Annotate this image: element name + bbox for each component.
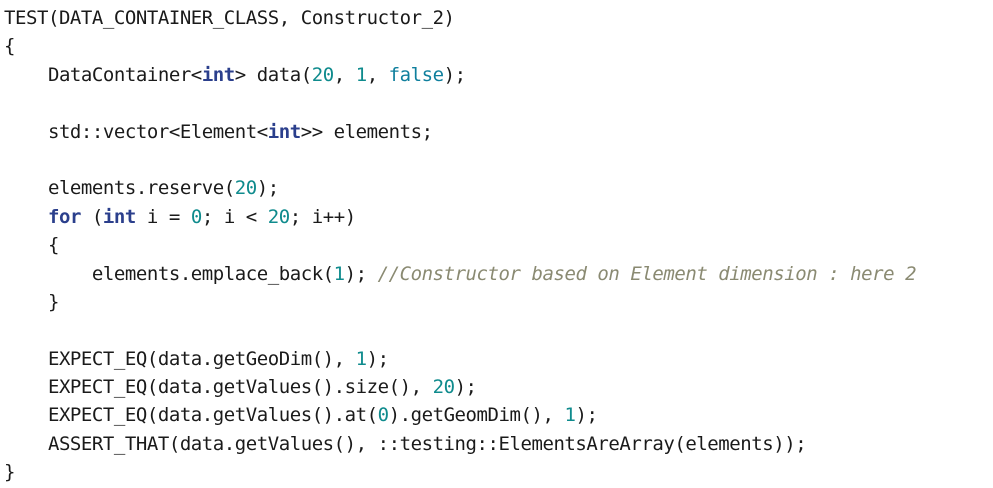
- code-text: ASSERT_THAT(data.getValues(), ::testing:…: [4, 432, 807, 455]
- code-line: elements.emplace_back(1); //Constructor …: [4, 260, 993, 288]
- number-token: 1: [355, 63, 367, 86]
- code-text: ; i++): [289, 205, 356, 228]
- code-text: (: [80, 205, 103, 228]
- code-text: EXPECT_EQ(data.getValues().at(: [4, 404, 378, 427]
- code-text: );: [454, 376, 477, 399]
- code-text: );: [344, 262, 378, 285]
- number-token: 20: [311, 63, 334, 86]
- code-text: );: [256, 177, 279, 200]
- number-token: 1: [564, 404, 576, 427]
- number-token: 0: [377, 404, 389, 427]
- code-line: EXPECT_EQ(data.getValues().at(0).getGeom…: [4, 401, 993, 429]
- literal-token: false: [388, 63, 444, 86]
- code-text: elements.reserve(: [4, 177, 235, 200]
- code-line: {: [4, 32, 993, 60]
- code-line: EXPECT_EQ(data.getValues().size(), 20);: [4, 373, 993, 401]
- number-token: 0: [190, 205, 202, 228]
- code-text: DataContainer<: [4, 63, 202, 86]
- code-line: {: [4, 231, 993, 259]
- code-text: elements.emplace_back(: [4, 262, 334, 285]
- number-token: 20: [267, 205, 290, 228]
- code-text: i =: [135, 205, 191, 228]
- code-line: elements.reserve(20);: [4, 174, 993, 202]
- keyword-token: int: [201, 63, 235, 86]
- code-text: ).getGeomDim(),: [388, 404, 565, 427]
- number-token: 20: [432, 376, 455, 399]
- code-text: );: [366, 347, 389, 370]
- code-line: }: [4, 458, 993, 486]
- code-text: TEST(DATA_CONTAINER_CLASS, Constructor_2…: [4, 7, 455, 29]
- code-text: std::vector<Element<: [4, 120, 268, 143]
- code-text: {: [4, 234, 59, 257]
- code-text: }: [4, 461, 15, 484]
- code-line: DataContainer<int> data(20, 1, false);: [4, 61, 993, 89]
- code-line: TEST(DATA_CONTAINER_CLASS, Constructor_2…: [4, 4, 993, 32]
- number-token: 1: [355, 347, 367, 370]
- code-text: EXPECT_EQ(data.getValues().size(),: [4, 376, 433, 399]
- code-line: ASSERT_THAT(data.getValues(), ::testing:…: [4, 430, 993, 458]
- code-line: }: [4, 288, 993, 316]
- code-text: > data(: [234, 63, 312, 86]
- keyword-token: int: [267, 120, 301, 143]
- number-token: 20: [234, 177, 257, 200]
- keyword-token: int: [102, 205, 136, 228]
- keyword-token: for: [47, 205, 81, 228]
- code-text: {: [4, 35, 15, 58]
- code-text: EXPECT_EQ(data.getGeoDim(),: [4, 347, 356, 370]
- code-line: EXPECT_EQ(data.getGeoDim(), 1);: [4, 345, 993, 373]
- code-text: }: [4, 290, 59, 313]
- comment-token: //Constructor based on Element dimension…: [377, 262, 917, 285]
- code-text: ,: [366, 63, 389, 86]
- code-text: );: [443, 63, 466, 86]
- code-text: ,: [333, 63, 356, 86]
- code-line: std::vector<Element<int>> elements;: [4, 118, 993, 146]
- code-text: );: [575, 404, 598, 427]
- code-line: for (int i = 0; i < 20; i++): [4, 203, 993, 231]
- code-text: ; i <: [201, 205, 268, 228]
- number-token: 1: [333, 262, 345, 285]
- code-text: >> elements;: [300, 120, 433, 143]
- code-view: TEST(DATA_CONTAINER_CLASS, Constructor_2…: [4, 4, 993, 488]
